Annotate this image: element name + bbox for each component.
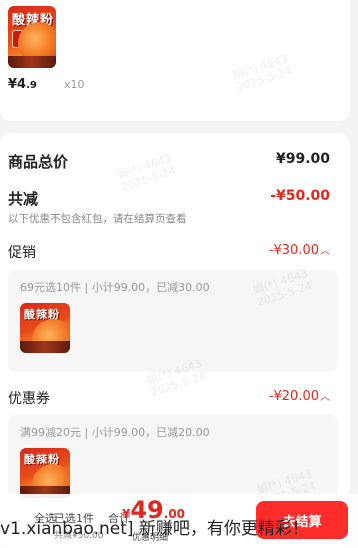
promotion-desc: 69元选10件 | 小计99.00，已减30.00 <box>20 281 210 294</box>
thumbnail-base <box>20 341 70 353</box>
chevron-up-icon: ︿ <box>320 392 330 403</box>
product-card: 酸辣粉 ¥4.9 x10 <box>0 0 350 121</box>
item-price-decimal: .9 <box>26 80 37 91</box>
coupon-product-thumbnail[interactable]: 酸辣粉 <box>20 448 70 498</box>
chevron-up-icon: ︿ <box>320 246 330 257</box>
thumbnail-base <box>8 56 56 68</box>
coupon-desc: 满99减20元 | 小计99.00，已减20.00 <box>20 426 210 439</box>
total-discount-value: -¥50.00 <box>270 188 330 204</box>
item-quantity: x10 <box>64 78 85 91</box>
total-discount-label: 共减 <box>8 190 39 208</box>
coupon-value: -¥20.00 <box>268 389 319 404</box>
promotion-label: 促销 <box>8 245 36 261</box>
discount-note: 以下优惠不包含红包，请在结算页查看 <box>8 213 187 225</box>
goods-total-label: 商品总价 <box>8 153 69 171</box>
promotion-detail-box: 69元选10件 | 小计99.00，已减30.00 酸辣粉 <box>8 270 338 372</box>
goods-total-value: ¥99.00 <box>275 151 330 167</box>
promotion-product-thumbnail[interactable]: 酸辣粉 <box>20 303 70 353</box>
item-price-main: ¥4 <box>8 77 27 92</box>
promotion-value: -¥30.00 <box>268 243 319 258</box>
promotion-toggle[interactable]: -¥30.00︿ <box>269 242 330 258</box>
coupon-label: 优惠券 <box>8 391 50 407</box>
item-price: ¥4.9 <box>8 77 37 92</box>
product-thumbnail[interactable]: 酸辣粉 <box>8 6 56 68</box>
overlay-caption: v1.xianbao.net] 新赚吧，有你更精彩！ <box>0 519 309 539</box>
price-summary-card: 商品总价 ¥99.00 共减 -¥50.00 以下优惠不包含红包，请在结算页查看… <box>0 133 350 548</box>
coupon-toggle[interactable]: -¥20.00︿ <box>269 388 330 404</box>
